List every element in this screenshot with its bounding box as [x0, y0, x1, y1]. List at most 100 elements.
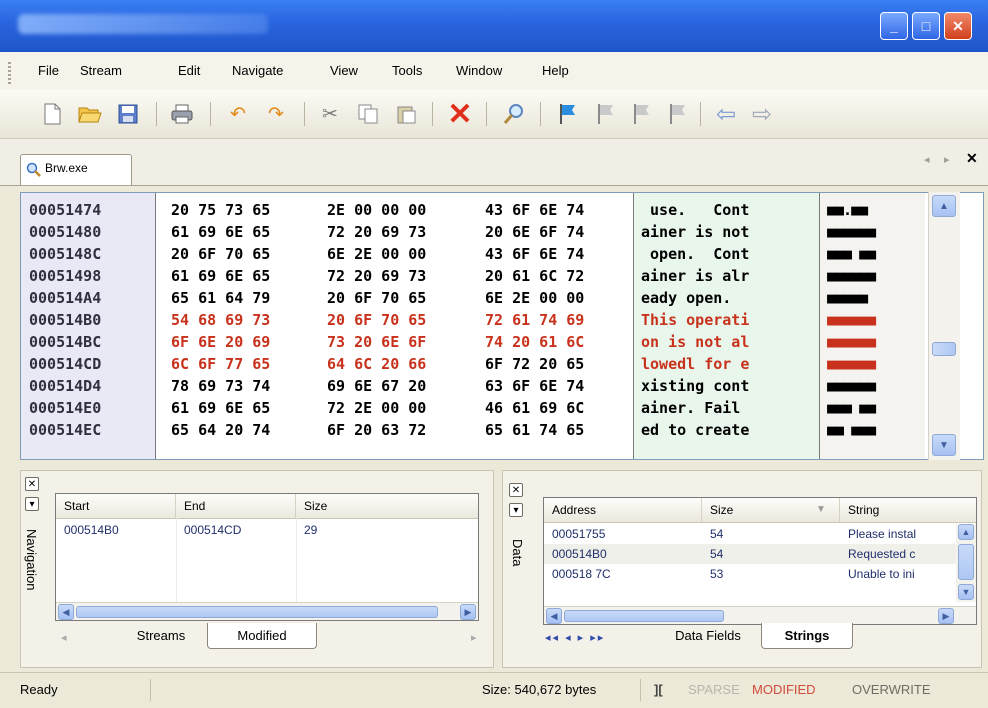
menu-stream[interactable]: Stream	[80, 52, 122, 90]
copy-icon[interactable]	[354, 100, 382, 128]
list-header: Address Size ▼ String	[544, 498, 976, 523]
hex-bytes-group-2: 64 6C 20 66	[327, 355, 427, 373]
tab-brw-exe[interactable]: Brw.exe	[20, 154, 132, 185]
scroll-thumb[interactable]	[76, 606, 438, 618]
strings-list[interactable]: Address Size ▼ String 00051755 54 Please…	[543, 497, 977, 625]
scroll-thumb[interactable]	[564, 610, 724, 622]
menu-bar: File Stream Edit Navigate View Tools Win…	[0, 52, 988, 91]
menu-tools[interactable]: Tools	[392, 52, 422, 90]
tab-data-fields[interactable]: Data Fields	[653, 623, 763, 649]
menu-help[interactable]: Help	[542, 52, 569, 90]
tab-modified[interactable]: Modified	[207, 623, 317, 649]
save-icon[interactable]	[114, 100, 142, 128]
menu-navigate[interactable]: Navigate	[232, 52, 283, 90]
table-row[interactable]: 000514B0 54 Requested c	[544, 544, 976, 564]
column-address[interactable]: Address	[544, 498, 702, 522]
nav-horizontal-scrollbar[interactable]: ◀ ▶	[56, 602, 478, 620]
tab-scroll-right-icon[interactable]: ▸	[471, 631, 477, 644]
scroll-right-icon[interactable]: ▶	[938, 608, 954, 624]
hex-bytes-group-1: 65 61 64 79	[171, 289, 271, 307]
status-sparse: SPARSE	[688, 682, 740, 697]
close-pane-icon[interactable]: ✕	[25, 477, 39, 491]
tab-scroll-right-icon[interactable]: ▸	[944, 153, 950, 166]
cell-string: Requested c	[848, 547, 916, 561]
navigation-list[interactable]: Start End Size 000514B0 000514CD 29 ◀ ▶	[55, 493, 479, 621]
bookmark-next-flag-icon[interactable]	[592, 100, 620, 128]
list-header: Start End Size	[56, 494, 478, 519]
tab-strings[interactable]: Strings	[761, 623, 853, 649]
column-end[interactable]: End	[176, 494, 296, 518]
delete-icon[interactable]: ✕	[446, 98, 474, 131]
scroll-thumb[interactable]	[958, 544, 974, 580]
undo-icon[interactable]: ↶	[224, 100, 252, 128]
scroll-left-icon[interactable]: ◀	[546, 608, 562, 624]
close-document-icon[interactable]: ✕	[966, 150, 978, 167]
tab-scroll-left-icon[interactable]: ◂	[924, 153, 930, 166]
scroll-left-icon[interactable]: ◀	[58, 604, 74, 620]
open-folder-icon[interactable]	[76, 100, 104, 128]
column-size[interactable]: Size	[296, 494, 478, 518]
grip-handle[interactable]	[8, 62, 11, 84]
scroll-down-icon[interactable]: ▼	[958, 584, 974, 600]
pane-splitter[interactable]	[0, 462, 988, 470]
hex-bytes-group-1: 61 69 6E 65	[171, 399, 271, 417]
print-icon[interactable]	[168, 100, 196, 128]
hex-bytes-group-2: 6F 20 63 72	[327, 421, 427, 439]
pin-pane-icon[interactable]: ▾	[509, 503, 523, 517]
tab-scroll-left-icon[interactable]: ◂	[61, 631, 67, 644]
table-row[interactable]: 000518 7C 53 Unable to ini	[544, 564, 976, 584]
paste-icon[interactable]	[392, 100, 420, 128]
menu-file[interactable]: File	[38, 52, 59, 90]
navigation-pane: ✕ ▾ Navigation Start End Size 000514B0 0…	[20, 470, 494, 668]
block-map: ■■■■■	[827, 289, 868, 307]
hex-bytes-group-2: 20 6F 70 65	[327, 311, 427, 329]
block-map: ■■■ ■■	[827, 399, 876, 417]
tab-streams[interactable]: Streams	[111, 623, 211, 649]
cut-icon[interactable]: ✂	[316, 100, 344, 128]
hex-bytes-group-1: 20 6F 70 65	[171, 245, 271, 263]
menu-edit[interactable]: Edit	[178, 52, 200, 90]
scroll-thumb[interactable]	[932, 342, 956, 356]
redo-icon[interactable]: ↷	[262, 100, 290, 128]
hex-bytes-group-1: 61 69 6E 65	[171, 223, 271, 241]
bookmark-clear-flag-icon[interactable]	[664, 100, 692, 128]
table-row[interactable]: 000514B0 000514CD 29	[56, 520, 478, 540]
forward-arrow-icon[interactable]: ⇨	[748, 100, 776, 128]
new-file-icon[interactable]	[38, 100, 66, 128]
block-map: ■■■ ■■	[827, 245, 876, 263]
column-start[interactable]: Start	[56, 494, 176, 518]
scroll-down-icon[interactable]: ▼	[932, 434, 956, 456]
cell-address: 00051755	[552, 527, 606, 541]
find-icon[interactable]	[500, 100, 528, 128]
hex-bytes-group-2: 73 20 6E 6F	[327, 333, 427, 351]
cell-address: 000518 7C	[552, 567, 611, 581]
menu-view[interactable]: View	[330, 52, 358, 90]
scroll-up-icon[interactable]: ▲	[958, 524, 974, 540]
file-search-icon	[26, 162, 41, 177]
pin-pane-icon[interactable]: ▾	[25, 497, 39, 511]
status-overwrite: OVERWRITE	[852, 682, 931, 697]
bookmark-prev-flag-icon[interactable]	[628, 100, 656, 128]
ascii-text: use. Cont	[641, 201, 750, 219]
hex-view[interactable]: 00051474 20 75 73 65 2E 00 00 00 43 6F 6E 7…	[20, 192, 984, 460]
scroll-right-icon[interactable]: ▶	[460, 604, 476, 620]
scroll-up-icon[interactable]: ▲	[932, 195, 956, 217]
hex-vertical-scrollbar[interactable]: ▲ ▼	[928, 192, 960, 460]
navigation-pane-label: Navigation	[24, 529, 39, 591]
close-pane-icon[interactable]: ✕	[509, 483, 523, 497]
pane-nav-arrows-icon[interactable]: ◂◂ ◂ ▸ ▸▸	[545, 631, 605, 644]
hex-bytes-group-1: 54 68 69 73	[171, 311, 271, 329]
column-string[interactable]: String	[840, 498, 976, 522]
status-modified: MODIFIED	[752, 682, 816, 697]
bookmark-blue-flag-icon[interactable]	[554, 100, 582, 128]
ascii-text: lowedl for e	[641, 355, 750, 373]
back-arrow-icon[interactable]: ⇦	[712, 100, 740, 128]
minimize-button[interactable]: _	[880, 12, 908, 40]
table-row[interactable]: 00051755 54 Please instal	[544, 524, 976, 544]
cell-size: 29	[304, 523, 318, 537]
hex-bytes-group-3: 72 61 74 69	[485, 311, 585, 329]
close-button[interactable]: ✕	[944, 12, 972, 40]
maximize-button[interactable]: □	[912, 12, 940, 40]
menu-window[interactable]: Window	[456, 52, 502, 90]
strings-vertical-scrollbar[interactable]: ▲ ▼	[956, 524, 976, 602]
